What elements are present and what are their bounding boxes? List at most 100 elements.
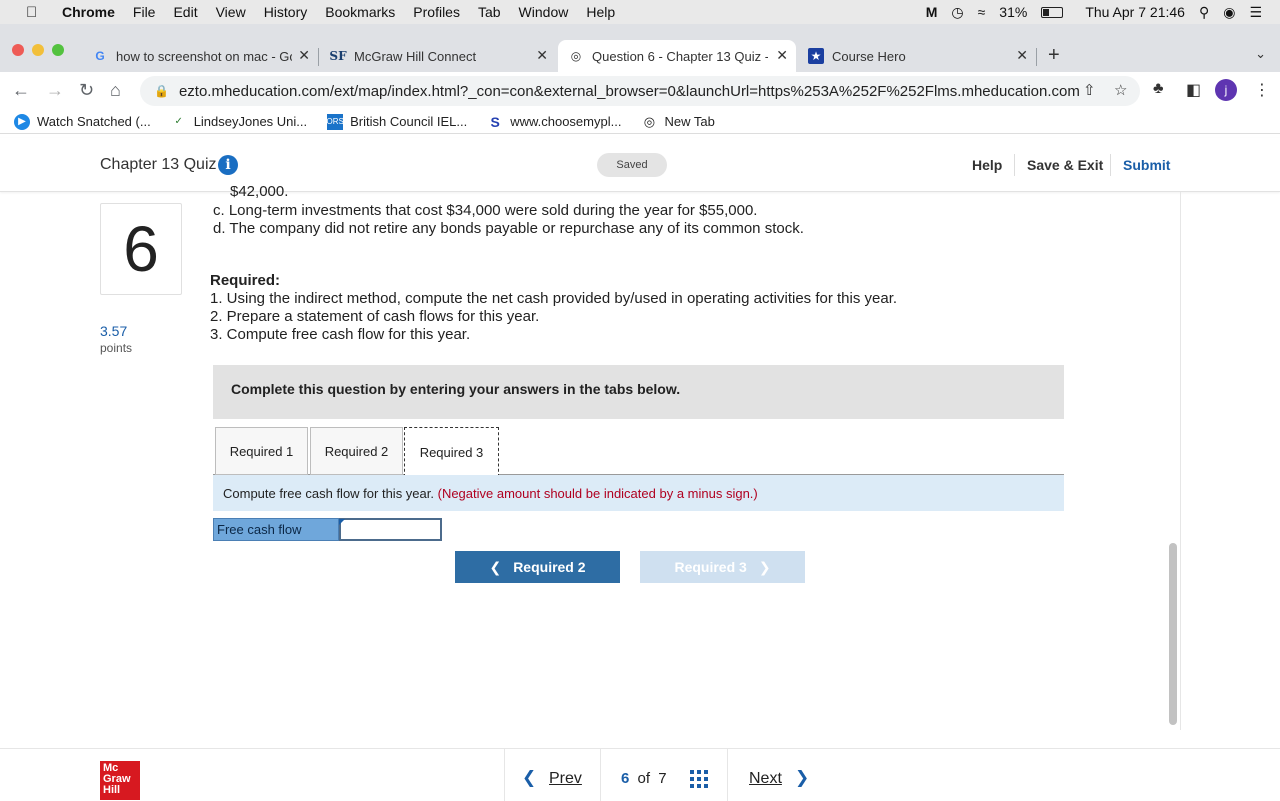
info-icon[interactable]: i <box>218 155 238 175</box>
prompt-box: Compute free cash flow for this year. (N… <box>213 475 1064 511</box>
new-tab-icon[interactable]: + <box>1048 44 1060 67</box>
previous-required-button[interactable]: ❮ Required 2 <box>455 551 620 583</box>
ors-icon: ORS <box>326 113 344 130</box>
more-menu-icon[interactable]: ⋮ <box>1254 80 1270 100</box>
forward-icon[interactable]: → <box>46 80 64 101</box>
points-label: points <box>100 341 133 355</box>
lock-icon[interactable]: 🔒 <box>154 84 169 98</box>
bookmark-new-tab[interactable]: ◎ New Tab <box>641 113 715 130</box>
bookmark-star-icon[interactable]: ☆ <box>1114 81 1127 99</box>
prompt-text: Compute free cash flow for this year. <box>223 486 434 501</box>
browser-tab-question[interactable]: ◎ Question 6 - Chapter 13 Quiz - ✕ <box>558 40 796 72</box>
bookmark-lindseyjones[interactable]: ✓ LindseyJones Uni... <box>171 114 307 130</box>
browser-tab-connect[interactable]: SF McGraw Hill Connect ✕ <box>320 40 556 72</box>
home-icon[interactable]: ⌂ <box>110 80 121 101</box>
extensions-puzzle-icon[interactable]: ♣ <box>1153 80 1164 98</box>
bookmark-watch-snatched[interactable]: ▶ Watch Snatched (... <box>14 113 151 130</box>
reload-icon[interactable]: ↻ <box>79 80 94 101</box>
macos-menubar:  Chrome File Edit View History Bookmark… <box>0 0 1280 24</box>
browser-tab-google[interactable]: G how to screenshot on mac - Go ✕ <box>82 40 318 72</box>
browser-toolbar: ← → ↻ ⌂ 🔒 ezto.mheducation.com/ext/map/i… <box>0 72 1280 110</box>
time-machine-icon[interactable]: ◷ <box>951 4 963 21</box>
next-required-label: Required 3 <box>674 559 747 575</box>
close-tab-icon[interactable]: ✕ <box>1016 47 1028 64</box>
submit-link[interactable]: Submit <box>1123 157 1170 173</box>
tab-required-1[interactable]: Required 1 <box>215 427 308 475</box>
close-tab-icon[interactable]: ✕ <box>776 47 788 64</box>
footer-divider <box>600 749 601 801</box>
tab-required-3[interactable]: Required 3 <box>404 427 499 477</box>
wifi-icon[interactable]: ≈ <box>978 4 986 20</box>
next-question-link[interactable]: Next <box>749 770 782 788</box>
menu-app-name[interactable]: Chrome <box>62 4 115 20</box>
menu-help[interactable]: Help <box>586 4 615 20</box>
chevron-right-icon[interactable]: ❯ <box>795 768 809 788</box>
battery-percent: 31% <box>999 4 1028 20</box>
next-required-button[interactable]: Required 3 ❯ <box>640 551 805 583</box>
tab-title: Course Hero <box>832 48 906 64</box>
save-exit-link[interactable]: Save & Exit <box>1027 157 1103 173</box>
address-bar[interactable]: 🔒 ezto.mheducation.com/ext/map/index.htm… <box>140 76 1140 106</box>
previous-required-label: Required 2 <box>513 559 586 575</box>
control-center-icon[interactable]: ☰ <box>1249 4 1262 21</box>
back-icon[interactable]: ← <box>12 80 30 101</box>
free-cash-flow-input[interactable] <box>339 518 442 541</box>
menubar-clock[interactable]: Thu Apr 7 21:46 <box>1085 4 1185 20</box>
tab-divider <box>1036 48 1037 66</box>
menu-window[interactable]: Window <box>519 4 569 20</box>
chevron-left-icon: ❮ <box>489 558 502 575</box>
menu-profiles[interactable]: Profiles <box>413 4 460 20</box>
menu-history[interactable]: History <box>264 4 308 20</box>
quiz-title: Chapter 13 Quiz <box>100 156 217 173</box>
instruction-text: Complete this question by entering your … <box>231 381 681 397</box>
prev-question-link[interactable]: Prev <box>549 770 582 788</box>
answer-tabs: Required 1 Required 2 Required 3 <box>213 426 1064 477</box>
zoom-window-button[interactable] <box>52 44 64 56</box>
close-tab-icon[interactable]: ✕ <box>298 47 310 64</box>
quiz-footer: Mc Graw Hill ❮ Prev 6 of 7 Next ❯ <box>0 748 1280 801</box>
bookmarks-bar: ▶ Watch Snatched (... ✓ LindseyJones Uni… <box>0 110 1280 134</box>
chevron-left-icon[interactable]: ❮ <box>522 768 536 788</box>
malwarebytes-icon[interactable]: M <box>926 4 938 20</box>
battery-icon[interactable] <box>1041 6 1064 18</box>
apple-icon[interactable]:  <box>26 4 44 21</box>
menu-edit[interactable]: Edit <box>173 4 197 20</box>
question-number: 6 <box>100 203 182 295</box>
spotlight-search-icon[interactable]: ⚲ <box>1199 4 1209 21</box>
close-tab-icon[interactable]: ✕ <box>536 47 548 64</box>
siri-icon[interactable]: ◉ <box>1223 4 1235 21</box>
quiz-header: Chapter 13 Quiz i Saved Help Save & Exit… <box>0 138 1280 192</box>
menu-bookmarks[interactable]: Bookmarks <box>325 4 395 20</box>
footer-divider <box>727 749 728 801</box>
bookmark-british-council[interactable]: ORS British Council IEL... <box>326 113 467 130</box>
bookmark-choosemyplate[interactable]: S www.choosemypl... <box>487 114 622 130</box>
sidebar-icon[interactable]: ◧ <box>1186 80 1201 100</box>
window-controls <box>12 44 64 56</box>
tab-title: Question 6 - Chapter 13 Quiz - <box>592 48 768 64</box>
menu-tab[interactable]: Tab <box>478 4 501 20</box>
free-cash-flow-label: Free cash flow <box>213 518 339 541</box>
url-text[interactable]: ezto.mheducation.com/ext/map/index.html?… <box>179 83 1079 100</box>
required-heading: Required: <box>210 272 281 289</box>
bookmark-label: New Tab <box>664 114 715 129</box>
menu-file[interactable]: File <box>133 4 156 20</box>
share-icon[interactable]: ⇧ <box>1083 81 1096 99</box>
tab-required-2[interactable]: Required 2 <box>310 427 403 475</box>
connect-icon: SF <box>329 49 347 63</box>
total-pages: 7 <box>658 770 667 787</box>
browser-tab-coursehero[interactable]: ★ Course Hero ✕ <box>798 40 1036 72</box>
globe-icon: ◎ <box>570 49 582 63</box>
help-link[interactable]: Help <box>972 157 1002 173</box>
mcgraw-hill-logo: Mc Graw Hill <box>100 761 140 800</box>
menu-view[interactable]: View <box>216 4 246 20</box>
bookmark-label: LindseyJones Uni... <box>193 114 308 129</box>
close-window-button[interactable] <box>12 44 24 56</box>
minimize-window-button[interactable] <box>32 44 44 56</box>
tab-search-chevron-icon[interactable]: ⌄ <box>1255 46 1266 62</box>
content-right-divider <box>1180 192 1181 730</box>
chevron-right-icon: ❯ <box>758 558 771 575</box>
profile-avatar[interactable]: j <box>1215 79 1237 101</box>
question-grid-icon[interactable] <box>690 770 708 788</box>
globe-icon: ◎ <box>643 113 656 129</box>
scrollbar-thumb[interactable] <box>1169 543 1177 725</box>
